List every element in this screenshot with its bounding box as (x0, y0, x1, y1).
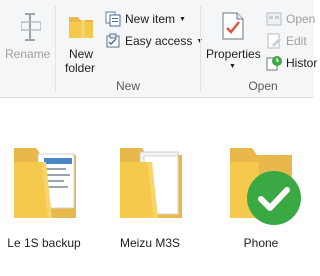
new-item-icon (105, 11, 121, 27)
rename-label: Rename (5, 47, 51, 61)
rename-button[interactable]: Rename (0, 6, 52, 76)
folder-icon (14, 148, 76, 218)
folder-item[interactable]: Meizu M3S (110, 98, 190, 258)
history-icon (266, 56, 282, 71)
easy-access-button[interactable]: Easy access ▼ (105, 31, 203, 51)
open-label: Open (286, 12, 316, 26)
edit-button[interactable]: Edit (266, 31, 307, 51)
folder-icon (120, 148, 182, 218)
new-folder-button[interactable]: New folder (58, 6, 102, 76)
ribbon: Rename New folder New item ▼ Easy access… (0, 0, 317, 98)
chevron-down-icon: ▼ (229, 63, 236, 70)
new-folder-label-line2: folder (65, 61, 96, 75)
open-icon (266, 12, 282, 26)
properties-button[interactable]: Properties ▼ (203, 6, 263, 76)
edit-icon (267, 33, 281, 49)
history-label: Histor (286, 56, 318, 70)
folder-name: Le 1S backup (7, 236, 81, 250)
chevron-down-icon: ▼ (179, 15, 186, 23)
new-item-button[interactable]: New item ▼ (105, 9, 186, 29)
ribbon-separator (55, 6, 56, 91)
ribbon-separator (200, 6, 201, 91)
history-button[interactable]: Histor (266, 53, 317, 73)
open-group-label: Open (248, 79, 278, 93)
easy-access-label: Easy access (125, 34, 193, 48)
easy-access-icon (106, 33, 120, 48)
new-folder-icon (69, 17, 93, 38)
folder-item[interactable]: Le 1S backup (4, 98, 84, 258)
properties-label: Properties (206, 47, 261, 61)
new-folder-label-line1: New (69, 47, 94, 61)
properties-icon (222, 12, 244, 40)
folder-item[interactable]: Phone (216, 98, 306, 258)
sync-check-icon (247, 171, 301, 225)
folder-name: Meizu M3S (119, 236, 181, 250)
edit-label: Edit (286, 34, 307, 48)
rename-icon (21, 13, 41, 41)
new-group-label: New (115, 79, 140, 93)
open-button[interactable]: Open (266, 9, 315, 29)
folder-name: Phone (243, 236, 279, 250)
file-list: Le 1S backup Meizu M3S Phone (0, 98, 314, 276)
new-item-label: New item (125, 12, 176, 26)
